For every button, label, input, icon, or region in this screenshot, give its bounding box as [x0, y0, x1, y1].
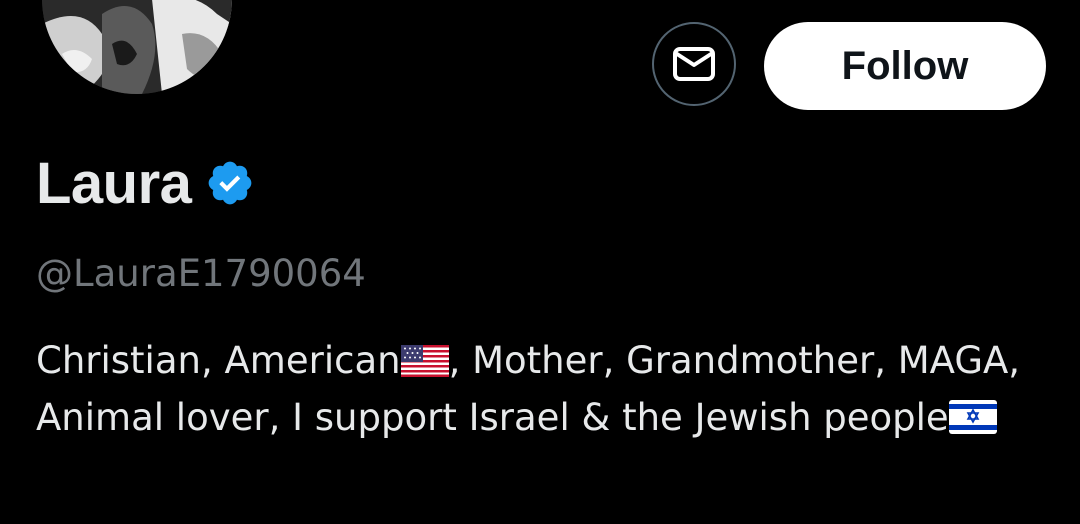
us-flag-icon	[400, 345, 449, 377]
display-name: Laura	[36, 150, 192, 216]
envelope-icon	[673, 47, 715, 81]
profile-handle: @LauraE1790064	[36, 252, 366, 295]
israel-flag-icon	[948, 400, 997, 434]
avatar[interactable]	[38, 0, 236, 98]
bio-text-1: Christian, American	[36, 339, 401, 382]
verified-badge-icon[interactable]	[205, 158, 255, 208]
avatar-photo	[42, 0, 232, 94]
message-button[interactable]	[652, 22, 736, 106]
follow-button[interactable]: Follow	[764, 22, 1046, 110]
name-row: Laura	[36, 148, 255, 218]
profile-bio: Christian, American , Mother, Grandmothe…	[36, 332, 1046, 446]
